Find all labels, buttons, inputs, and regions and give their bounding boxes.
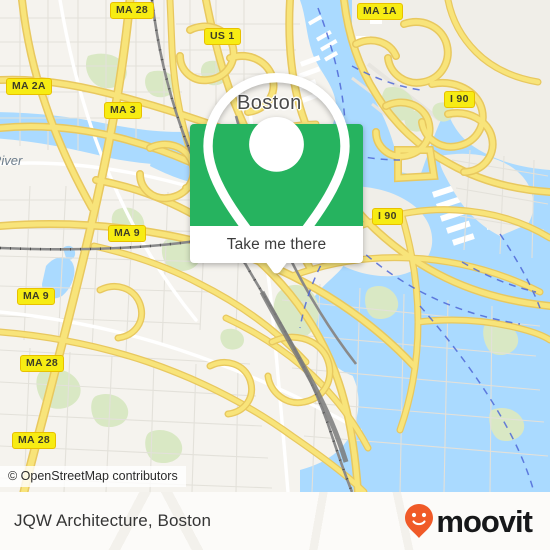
road-shield: MA 9 bbox=[108, 225, 146, 242]
road-shield: MA 9 bbox=[17, 288, 55, 305]
map-pin-icon bbox=[203, 73, 350, 274]
place-title: JQW Architecture, Boston bbox=[14, 511, 212, 530]
road-shield: I 90 bbox=[444, 91, 475, 108]
road-shield: MA 28 bbox=[12, 432, 57, 449]
road-shield: MA 28 bbox=[20, 355, 65, 372]
callout-pointer bbox=[267, 263, 286, 272]
road-shield: MA 28 bbox=[110, 2, 155, 19]
road-shield: MA 2A bbox=[6, 78, 52, 95]
road-shield: MA 3 bbox=[104, 102, 142, 119]
map-water-label: River bbox=[0, 153, 23, 168]
screenshot-root: Boston River MA 28 US 1 MA 1A MA 2A MA 3… bbox=[0, 0, 550, 550]
moovit-smiley-pin-icon bbox=[405, 504, 434, 538]
map-canvas[interactable]: Boston River MA 28 US 1 MA 1A MA 2A MA 3… bbox=[0, 0, 550, 492]
osm-attribution[interactable]: © OpenStreetMap contributors bbox=[0, 466, 186, 487]
moovit-logo[interactable]: moovit bbox=[404, 503, 533, 539]
road-shield: MA 1A bbox=[357, 3, 403, 20]
footer-bar: JQW Architecture, Boston moovit bbox=[0, 492, 550, 550]
callout-icon-area bbox=[190, 73, 363, 274]
location-callout-card[interactable]: Take me there bbox=[190, 73, 363, 274]
road-shield: I 90 bbox=[372, 208, 403, 225]
moovit-wordmark: moovit bbox=[436, 503, 533, 539]
